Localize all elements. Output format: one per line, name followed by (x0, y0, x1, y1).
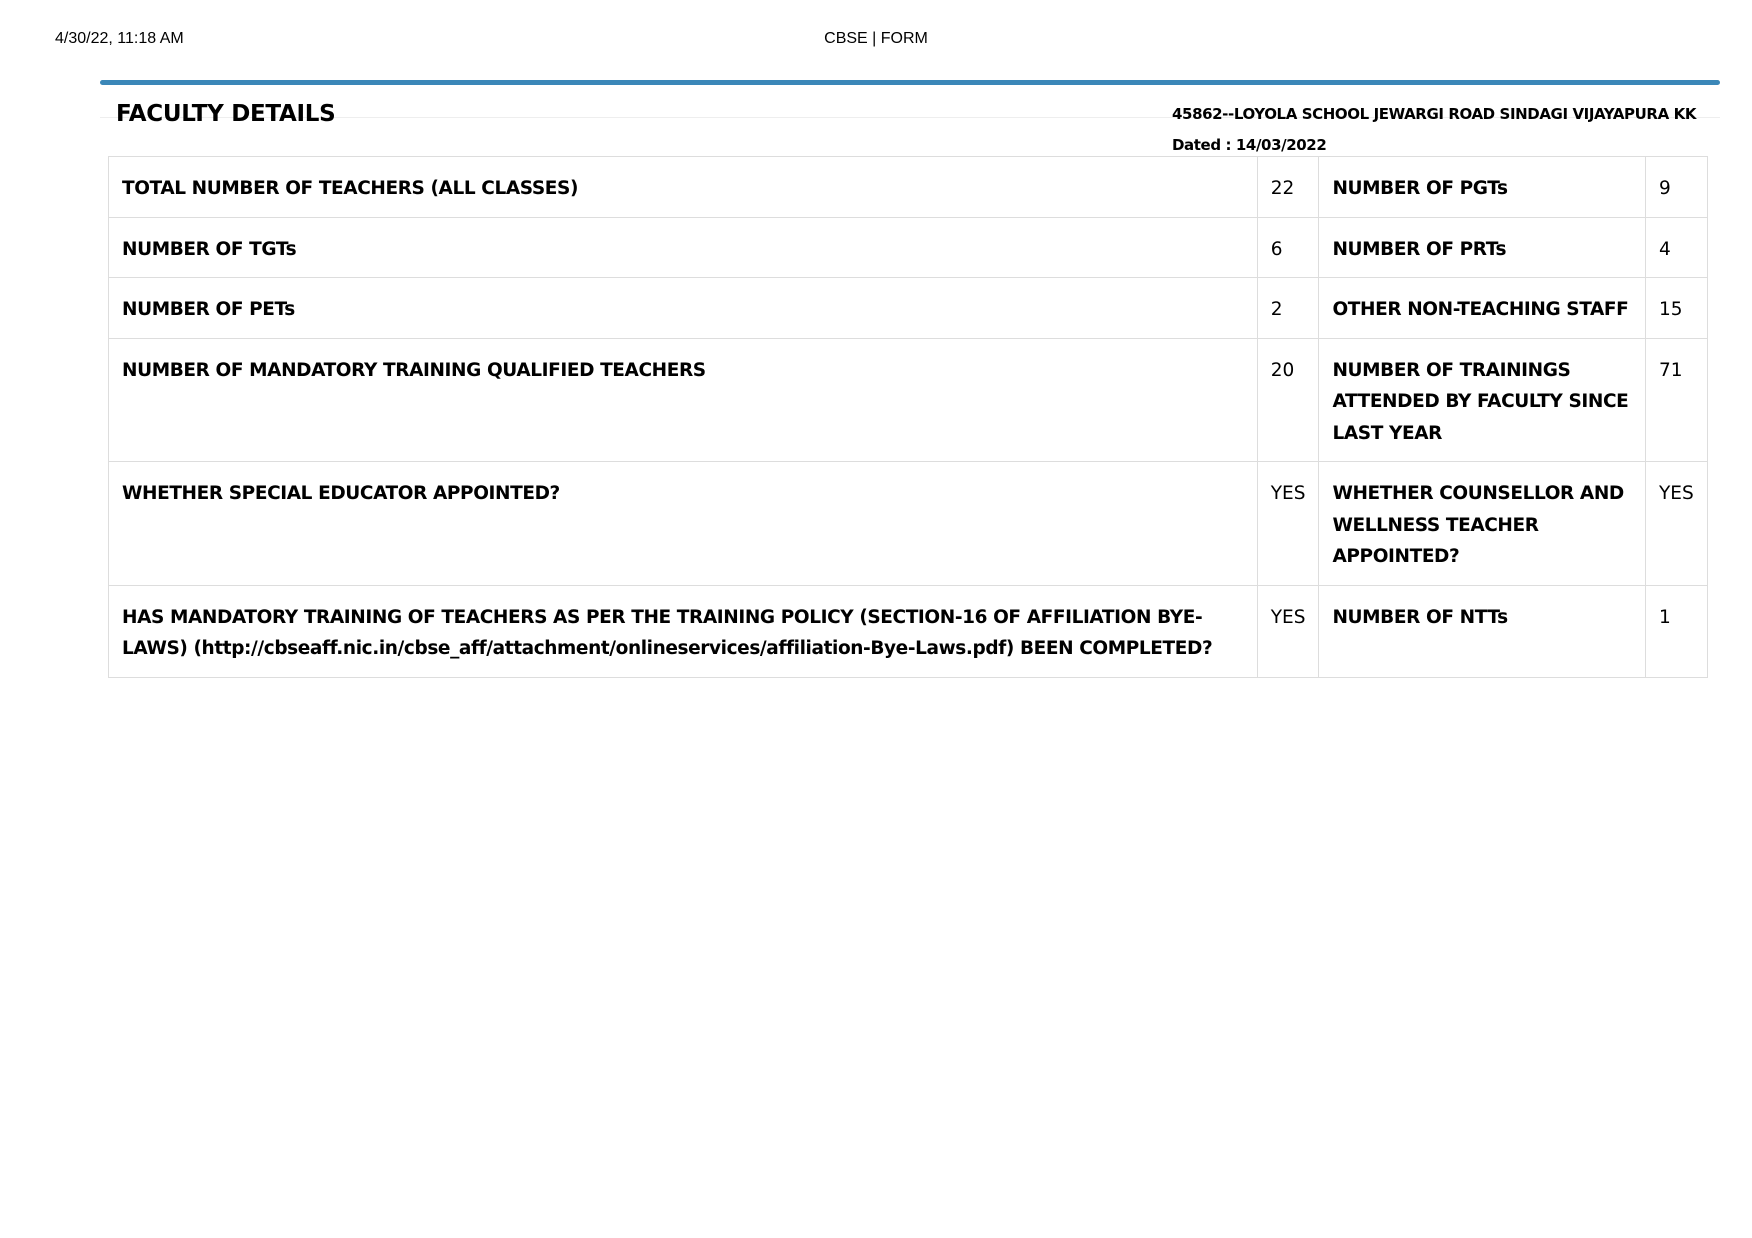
table-row: TOTAL NUMBER OF TEACHERS (ALL CLASSES) 2… (108, 156, 1708, 218)
field-label: NUMBER OF PETs (108, 277, 1258, 339)
field-value: YES (1256, 461, 1320, 586)
field-label: TOTAL NUMBER OF TEACHERS (ALL CLASSES) (108, 156, 1258, 218)
school-name: 45862--LOYOLA SCHOOL JEWARGI ROAD SINDAG… (1172, 105, 1697, 123)
faculty-details-table: TOTAL NUMBER OF TEACHERS (ALL CLASSES) 2… (108, 156, 1708, 678)
field-label: NUMBER OF TGTs (108, 216, 1258, 278)
field-value: YES (1645, 461, 1708, 586)
field-value: 6 (1256, 216, 1320, 278)
field-value: 1 (1645, 584, 1708, 678)
print-header: 4/30/22, 11:18 AM CBSE | FORM (55, 30, 1697, 52)
field-label: NUMBER OF MANDATORY TRAINING QUALIFIED T… (108, 337, 1258, 462)
table-row: NUMBER OF TGTs 6 NUMBER OF PRTs 4 (108, 216, 1708, 278)
table-row: WHETHER SPECIAL EDUCATOR APPOINTED? YES … (108, 461, 1708, 586)
field-label: OTHER NON-TEACHING STAFF (1318, 277, 1646, 339)
field-label: WHETHER SPECIAL EDUCATOR APPOINTED? (108, 461, 1258, 586)
field-label: HAS MANDATORY TRAINING OF TEACHERS AS PE… (108, 584, 1258, 678)
table-row: NUMBER OF MANDATORY TRAINING QUALIFIED T… (108, 337, 1708, 462)
field-label: NUMBER OF TRAININGS ATTENDED BY FACULTY … (1318, 337, 1646, 462)
field-value: 22 (1256, 156, 1320, 218)
field-value: 15 (1645, 277, 1708, 339)
school-info: 45862--LOYOLA SCHOOL JEWARGI ROAD SINDAG… (1172, 99, 1696, 161)
field-value: 2 (1256, 277, 1320, 339)
field-label: NUMBER OF PGTs (1318, 156, 1646, 218)
field-value: 71 (1645, 337, 1708, 462)
table-row: NUMBER OF PETs 2 OTHER NON-TEACHING STAF… (108, 277, 1708, 339)
field-label: WHETHER COUNSELLOR AND WELLNESS TEACHER … (1318, 461, 1646, 586)
field-value: 4 (1645, 216, 1708, 278)
faculty-details-panel: FACULTY DETAILS 45862--LOYOLA SCHOOL JEW… (100, 80, 1720, 157)
panel-header: FACULTY DETAILS 45862--LOYOLA SCHOOL JEW… (100, 85, 1720, 157)
field-label: NUMBER OF PRTs (1318, 216, 1646, 278)
field-value: 20 (1256, 337, 1320, 462)
section-title: FACULTY DETAILS (116, 101, 336, 127)
field-value: 9 (1645, 156, 1708, 218)
print-page-title: CBSE | FORM (824, 30, 928, 47)
field-value: YES (1256, 584, 1320, 678)
field-label: NUMBER OF NTTs (1318, 584, 1646, 678)
table-row: HAS MANDATORY TRAINING OF TEACHERS AS PE… (108, 584, 1708, 678)
